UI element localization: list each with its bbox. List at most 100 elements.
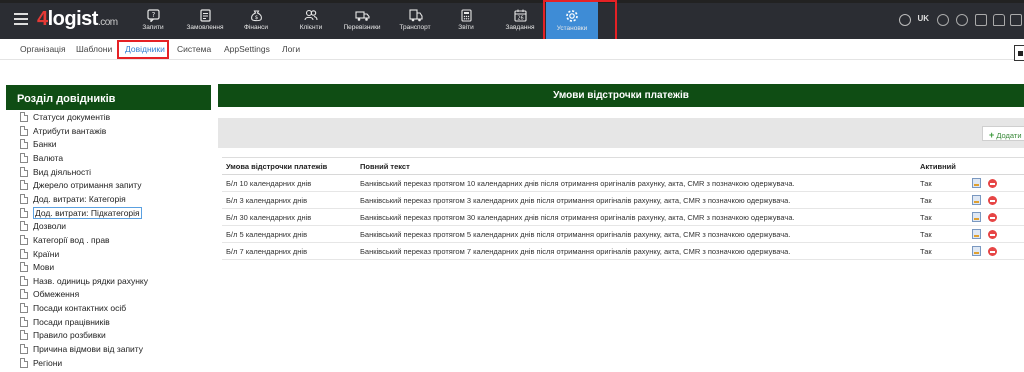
plus-icon: + bbox=[989, 130, 995, 140]
cell-active: Так bbox=[920, 247, 932, 256]
tab-logs[interactable]: Логи bbox=[282, 44, 300, 54]
cell-full-text: Банківський переказ протягом 7 календарн… bbox=[360, 247, 791, 256]
sidebar-item[interactable]: Посади працівників bbox=[20, 317, 110, 330]
delete-icon[interactable] bbox=[988, 247, 997, 256]
cell-term: Б/л 10 календарних днів bbox=[226, 179, 312, 188]
user-icon[interactable] bbox=[937, 14, 949, 26]
chat-question-icon: ? bbox=[146, 9, 160, 22]
cell-term: Б/л 7 календарних днів bbox=[226, 247, 308, 256]
add-button[interactable]: + Додати bbox=[982, 126, 1024, 141]
calculator-icon bbox=[460, 9, 472, 22]
tab-system[interactable]: Система bbox=[177, 44, 211, 54]
document-icon bbox=[20, 330, 28, 340]
document-icon bbox=[20, 126, 28, 136]
cell-full-text: Банківський переказ протягом 3 календарн… bbox=[360, 196, 791, 205]
sidebar-item[interactable]: Статуси документів bbox=[20, 112, 110, 125]
column-header-full-text[interactable]: Повний текст bbox=[360, 162, 410, 171]
bell-icon[interactable] bbox=[993, 14, 1005, 26]
sidebar-item[interactable]: Банки bbox=[20, 139, 56, 152]
tab-appsettings[interactable]: AppSettings bbox=[224, 44, 270, 54]
sidebar-item[interactable]: Дозволи bbox=[20, 221, 66, 234]
nav-orders[interactable]: Замовлення bbox=[183, 0, 227, 39]
nav-carriers[interactable]: Перевізники bbox=[342, 0, 382, 39]
document-icon bbox=[20, 112, 28, 122]
nav-requests[interactable]: ? Запити bbox=[136, 0, 170, 39]
edit-icon[interactable] bbox=[972, 229, 981, 239]
sidebar-item[interactable]: Регіони bbox=[20, 358, 62, 371]
delete-icon[interactable] bbox=[988, 230, 997, 239]
delete-icon[interactable] bbox=[988, 196, 997, 205]
tab-organization[interactable]: Організація bbox=[20, 44, 66, 54]
money-bag-icon: $ bbox=[250, 10, 262, 22]
svg-text:26: 26 bbox=[517, 16, 523, 22]
sidebar-item[interactable]: Дод. витрати: Категорія bbox=[20, 194, 126, 207]
nav-reports[interactable]: Звіти bbox=[451, 0, 481, 39]
sidebar-item[interactable]: Категорії вод . прав bbox=[20, 235, 110, 248]
cell-full-text: Банківський переказ протягом 30 календар… bbox=[360, 213, 795, 222]
document-icon bbox=[20, 303, 28, 313]
table-row[interactable]: Б/л 10 календарних днів Банківський пере… bbox=[222, 175, 1024, 192]
sidebar-item[interactable]: Атрибути вантажів bbox=[20, 126, 106, 139]
sidebar-item[interactable]: Посади контактних осіб bbox=[20, 303, 126, 316]
menu-icon[interactable] bbox=[14, 13, 28, 25]
cell-term: Б/л 30 календарних днів bbox=[226, 213, 312, 222]
sidebar-item-selected[interactable]: Дод. витрати: Підкатегорія bbox=[20, 207, 142, 221]
top-navigation-bar: 4logist.com ? Запити Замовлення $ Фінанс… bbox=[0, 0, 1024, 39]
logout-icon[interactable] bbox=[1010, 14, 1022, 26]
currency-icon[interactable] bbox=[956, 14, 968, 26]
document-icon bbox=[20, 289, 28, 299]
settings-highlight-box bbox=[543, 0, 617, 43]
edit-icon[interactable] bbox=[972, 195, 981, 205]
nav-transport[interactable]: Транспорт bbox=[397, 0, 433, 39]
language-selector[interactable]: UK bbox=[917, 14, 929, 23]
sidebar-item[interactable]: Валюта bbox=[20, 153, 63, 166]
truck-icon bbox=[354, 11, 370, 21]
users-icon bbox=[304, 9, 318, 21]
document-icon bbox=[20, 344, 28, 354]
sidebar-item[interactable]: Назв. одиниць рядки рахунку bbox=[20, 276, 148, 289]
cell-full-text: Банківський переказ протягом 10 календар… bbox=[360, 179, 795, 188]
sidebar-item[interactable]: Причина відмови від запиту bbox=[20, 344, 143, 357]
table-row[interactable]: Б/л 5 календарних днів Банківський перек… bbox=[222, 226, 1024, 243]
nav-finance[interactable]: $ Фінанси bbox=[238, 0, 274, 39]
document-icon bbox=[20, 167, 28, 177]
app-logo[interactable]: 4logist.com bbox=[37, 8, 118, 31]
table-row[interactable]: Б/л 3 календарних днів Банківський перек… bbox=[222, 192, 1024, 209]
tab-templates[interactable]: Шаблони bbox=[76, 44, 112, 54]
delete-icon[interactable] bbox=[988, 179, 997, 188]
panel-title: Умови відстрочки платежів bbox=[218, 84, 1024, 107]
document-icon bbox=[20, 194, 28, 204]
document-icon bbox=[20, 317, 28, 327]
sidebar-item[interactable]: Джерело отримання запиту bbox=[20, 180, 142, 193]
document-icon bbox=[20, 235, 28, 245]
document-icon bbox=[20, 221, 28, 231]
sidebar-item[interactable]: Правило розбивки bbox=[20, 330, 106, 343]
document-icon bbox=[20, 276, 28, 286]
order-list-icon bbox=[199, 9, 211, 22]
document-icon bbox=[20, 180, 28, 190]
table-row[interactable]: Б/л 7 календарних днів Банківський перек… bbox=[222, 243, 1024, 260]
sidebar-item[interactable]: Мови bbox=[20, 262, 54, 275]
sidebar-item[interactable]: Обмеження bbox=[20, 289, 79, 302]
edit-icon[interactable] bbox=[972, 212, 981, 222]
payment-terms-table: Умова відстрочки платежів Повний текст А… bbox=[222, 157, 1024, 260]
edit-icon[interactable] bbox=[972, 246, 981, 256]
pin-icon[interactable] bbox=[1014, 45, 1024, 61]
nav-tasks[interactable]: 26 Завдання bbox=[501, 0, 539, 39]
sidebar-item[interactable]: Вид діяльності bbox=[20, 167, 91, 180]
sidebar-title: Розділ довідників bbox=[6, 85, 211, 110]
column-header-active[interactable]: Активний bbox=[920, 162, 956, 171]
cell-active: Так bbox=[920, 230, 932, 239]
document-icon[interactable] bbox=[975, 14, 987, 26]
table-row[interactable]: Б/л 30 календарних днів Банківський пере… bbox=[222, 209, 1024, 226]
globe-icon[interactable] bbox=[899, 14, 911, 26]
sidebar-item[interactable]: Країни bbox=[20, 249, 59, 262]
calendar-icon: 26 bbox=[513, 9, 527, 22]
delete-icon[interactable] bbox=[988, 213, 997, 222]
edit-icon[interactable] bbox=[972, 178, 981, 188]
document-icon bbox=[20, 262, 28, 272]
column-header-term[interactable]: Умова відстрочки платежів bbox=[226, 162, 327, 171]
nav-clients[interactable]: Клієнти bbox=[294, 0, 328, 39]
dictionaries-highlight-box bbox=[117, 40, 169, 59]
document-icon bbox=[20, 358, 28, 368]
